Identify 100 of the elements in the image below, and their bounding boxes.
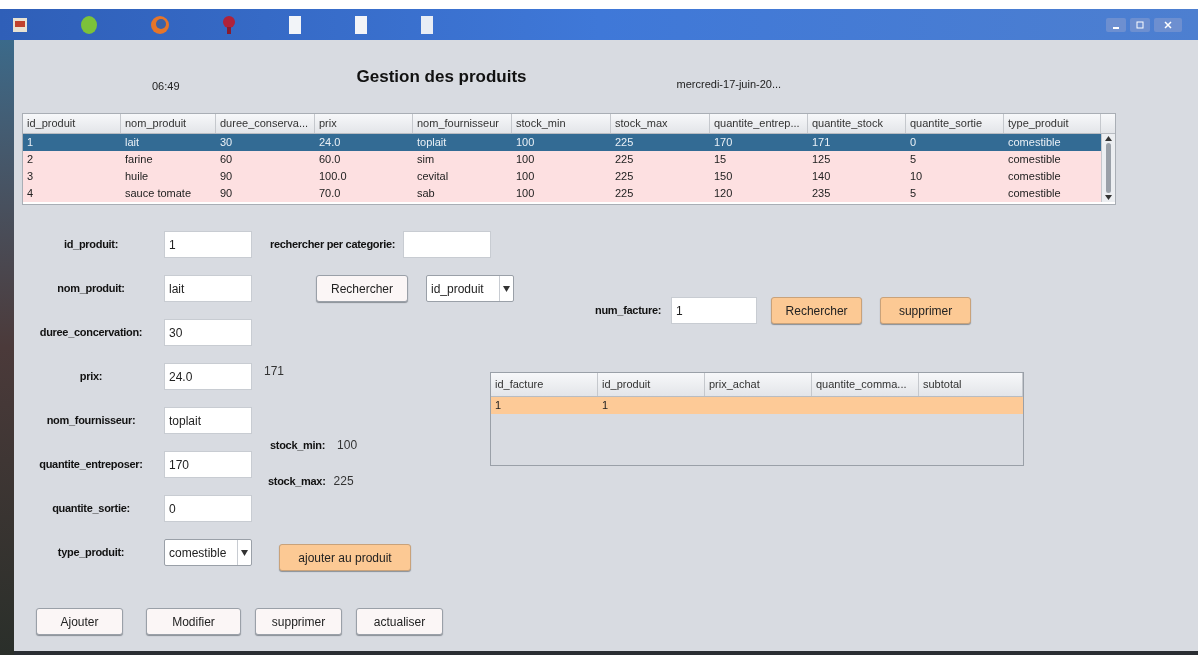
column-header[interactable]: nom_fournisseur — [413, 114, 512, 133]
add-to-product-button[interactable]: ajouter au produit — [279, 544, 411, 571]
table-cell-text: 60.0 — [318, 152, 342, 167]
field-label: nom_produit: — [57, 281, 125, 297]
table-cell-text: comestible — [1007, 152, 1062, 167]
table-cell-text: huile — [124, 169, 150, 184]
table-row[interactable]: 4 sauce tomate 90 70.0 sab 100 225 120 235 5 comestible — [23, 185, 1101, 202]
table-cell-text: 100 — [515, 152, 536, 167]
table-cell-text: 225 — [614, 169, 635, 184]
search-button[interactable]: Rechercher — [316, 275, 408, 302]
column-header[interactable]: quantite_entrep... — [710, 114, 808, 133]
close-icon[interactable] — [1154, 17, 1182, 32]
table-cell-text: 100.0 — [318, 169, 348, 184]
invoice-number-field[interactable]: 1 — [671, 297, 758, 324]
column-header[interactable]: subtotal — [919, 373, 1023, 396]
table-cell-text: 2 — [26, 152, 35, 167]
dropdown-arrow-icon — [241, 549, 248, 556]
field-label: type_produit: — [57, 545, 125, 561]
table-cell-text: 140 — [811, 169, 832, 184]
search-button[interactable]: Rechercher — [771, 297, 863, 324]
column-header[interactable]: quantite_stock — [808, 114, 906, 133]
field-label: rechercher per categorie: — [270, 237, 396, 253]
column-header[interactable]: nom_produit — [121, 114, 216, 133]
document-icon[interactable] — [354, 14, 368, 35]
table-cell-text: lait — [124, 135, 141, 150]
table-cell-text: farine — [124, 152, 154, 167]
table-cell-text: 5 — [909, 186, 918, 201]
input-field[interactable]: lait — [164, 275, 252, 302]
column-header[interactable]: stock_min — [512, 114, 611, 133]
table-row[interactable]: 1 lait 30 24.0 toplait 100 225 170 171 0 comestible — [23, 134, 1101, 151]
column-header[interactable]: type_produit — [1004, 114, 1101, 133]
java-app-icon[interactable] — [12, 15, 28, 34]
table-row[interactable]: 2 farine 60 60.0 sim 100 225 15 125 5 comestible — [23, 151, 1101, 168]
table-cell-text: 70.0 — [318, 186, 342, 201]
table-cell-text: 100 — [515, 186, 536, 201]
table-cell-text: 100 — [515, 135, 536, 150]
column-header[interactable]: id_facture — [491, 373, 598, 396]
field-label: id_produit: — [63, 237, 119, 253]
input-field[interactable]: toplait — [164, 407, 252, 434]
action-button[interactable]: Modifier — [146, 608, 241, 635]
table-cell-text: 24.0 — [318, 135, 342, 150]
table-row[interactable]: 1 1 — [491, 397, 1023, 414]
field-label: quantite_sortie: — [52, 501, 130, 517]
column-header[interactable]: stock_max — [611, 114, 710, 133]
table-row[interactable]: 3 huile 90 100.0 cevital 100 225 150 140 10 comestible — [23, 168, 1101, 185]
table-cell-text: sab — [416, 186, 436, 201]
circle-app-icon[interactable] — [80, 14, 98, 35]
clock-text: 06:49 — [152, 79, 180, 95]
table-cell-text: 150 — [713, 169, 734, 184]
document-icon[interactable] — [420, 14, 434, 35]
column-header[interactable]: prix_achat — [705, 373, 812, 396]
table-cell-text: toplait — [416, 135, 448, 150]
input-field[interactable]: 24.0 — [164, 363, 252, 390]
window-title: Gestion des produits — [356, 65, 527, 88]
column-header[interactable]: id_produit — [23, 114, 121, 133]
field-label: duree_concervation: — [39, 325, 143, 341]
action-button[interactable]: Ajouter — [36, 608, 123, 635]
input-field[interactable]: 30 — [164, 319, 252, 346]
column-header[interactable]: quantite_comma... — [812, 373, 919, 396]
table-cell-text: 225 — [614, 135, 635, 150]
date-text: mercredi-17-juin-20... — [676, 77, 782, 93]
field-label: num_facture: — [595, 303, 662, 319]
input-field[interactable]: 1 — [164, 231, 252, 258]
table-cell-text: cevital — [416, 169, 450, 184]
action-button[interactable]: actualiser — [356, 608, 443, 635]
scroll-up-icon[interactable] — [1105, 136, 1112, 141]
stock-max-value: 225 — [333, 473, 354, 490]
table-cell-text: 10 — [909, 169, 924, 184]
table-cell-text: 90 — [219, 186, 234, 201]
table-cell-text: 3 — [26, 169, 35, 184]
table-cell-text: 90 — [219, 169, 234, 184]
table-cell-text: comestible — [1007, 169, 1062, 184]
table-cell-text: 15 — [713, 152, 728, 167]
field-label: nom_fournisseur: — [46, 413, 136, 429]
dropdown-arrow-icon — [503, 285, 510, 292]
document-icon[interactable] — [288, 14, 302, 35]
type-select[interactable]: comestible — [164, 539, 252, 566]
table-cell-text: sauce tomate — [124, 186, 193, 201]
minimize-icon[interactable] — [1106, 17, 1126, 32]
input-field[interactable]: 170 — [164, 451, 252, 478]
scrollbar[interactable] — [1101, 134, 1115, 202]
column-header[interactable]: id_produit — [598, 373, 705, 396]
table-cell-text: 225 — [614, 186, 635, 201]
table-cell-text: 30 — [219, 135, 234, 150]
table-cell-text: 225 — [614, 152, 635, 167]
column-header[interactable]: duree_conserva... — [216, 114, 315, 133]
field-label: quantite_entreposer: — [39, 457, 143, 473]
category-select[interactable]: id_produit — [426, 275, 514, 302]
column-header[interactable]: quantite_sortie — [906, 114, 1004, 133]
maximize-icon[interactable] — [1130, 17, 1150, 32]
action-button[interactable]: supprimer — [255, 608, 342, 635]
table-cell-text: 1 — [494, 398, 503, 413]
search-field[interactable] — [403, 231, 492, 258]
delete-button[interactable]: supprimer — [880, 297, 972, 324]
input-field[interactable]: 0 — [164, 495, 252, 522]
table-cell-text: comestible — [1007, 135, 1062, 150]
scroll-down-icon[interactable] — [1105, 195, 1112, 200]
field-label: stock_max: — [268, 473, 326, 489]
table-cell-text: 125 — [811, 152, 832, 167]
column-header[interactable]: prix — [315, 114, 413, 133]
